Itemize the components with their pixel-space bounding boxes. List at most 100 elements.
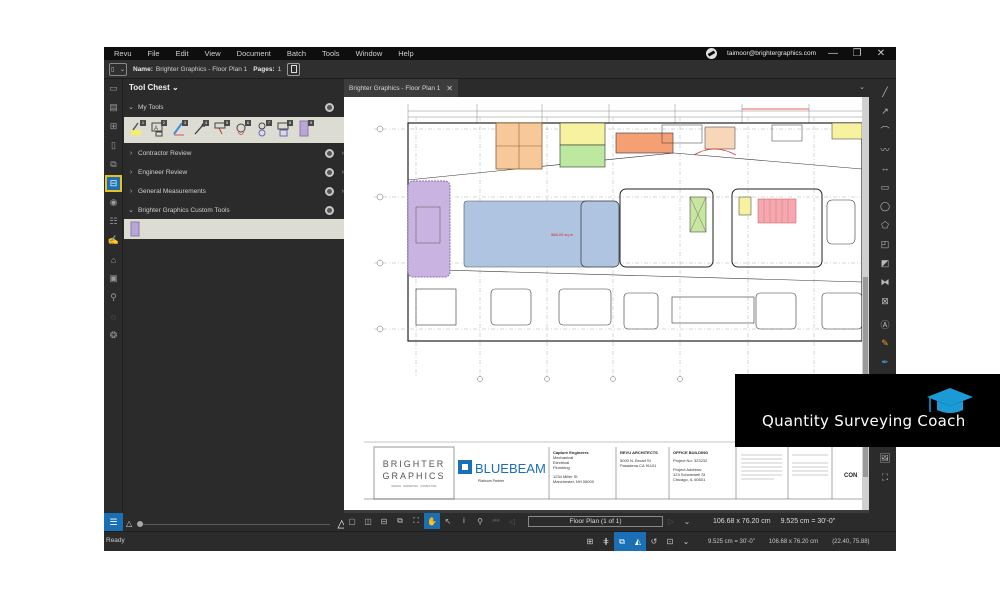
restore-icon[interactable]: ❐	[850, 48, 864, 59]
section-engineer-review[interactable]: › Engineer Review ›	[124, 163, 344, 181]
cutout-icon[interactable]: ◩	[878, 256, 892, 270]
highlighter-icon[interactable]: ✎	[878, 336, 892, 350]
gear-icon[interactable]	[325, 102, 334, 112]
text-box-tool[interactable]: A2	[151, 120, 167, 137]
tool-size-slider[interactable]: △ △	[124, 517, 346, 531]
list-icon[interactable]: ☰	[104, 513, 123, 531]
text-box-icon[interactable]: Ⓐ	[878, 317, 892, 331]
links-icon[interactable]: ◌	[107, 310, 120, 323]
gear-icon[interactable]	[325, 205, 334, 215]
chevron-down-icon[interactable]: ⌄	[859, 83, 865, 91]
menu-tools[interactable]: Tools	[314, 49, 348, 58]
split-horizontal-icon[interactable]: ⊟	[376, 513, 392, 529]
gear-icon[interactable]	[325, 167, 334, 177]
menu-help[interactable]: Help	[390, 49, 421, 58]
pen-icon[interactable]: ✒	[878, 355, 892, 369]
slider-track[interactable]	[140, 524, 330, 525]
select-icon[interactable]: ↖	[440, 513, 456, 529]
grid-icon[interactable]: ⊞	[582, 532, 598, 551]
rectangle-tool[interactable]: 8	[277, 120, 293, 137]
area-icon[interactable]: ◰	[878, 237, 892, 251]
close-icon[interactable]: ✕	[874, 48, 888, 59]
close-icon[interactable]: ✕	[446, 84, 453, 93]
signatures-icon[interactable]: ✍	[107, 234, 120, 247]
snapshot-icon[interactable]: ⛶	[408, 513, 424, 529]
next-page-icon[interactable]: ▷	[663, 513, 679, 529]
crop-icon[interactable]: ⛶	[878, 470, 892, 484]
menu-file[interactable]: File	[140, 49, 168, 58]
document-tab[interactable]: Brighter Graphics - Floor Plan 1 ✕	[344, 79, 458, 97]
single-page-icon[interactable]: ▢	[344, 513, 360, 529]
image-icon[interactable]: 🖼	[878, 451, 892, 465]
cloud-tool[interactable]: 6	[235, 120, 251, 137]
polyline-icon[interactable]: 〰	[878, 142, 892, 156]
sync-view-icon[interactable]: ⊡	[662, 532, 678, 551]
section-label: Brighter Graphics Custom Tools	[138, 206, 230, 214]
minimize-icon[interactable]: —	[826, 48, 840, 59]
search-icon[interactable]: ⚲	[107, 291, 120, 304]
menu-window[interactable]: Window	[348, 49, 391, 58]
page-navigator[interactable]: Floor Plan (1 of 1)	[528, 515, 663, 527]
chevron-down-icon[interactable]: ⌄	[679, 513, 695, 529]
gear-icon[interactable]	[325, 186, 334, 196]
sync-icon[interactable]: ⧉	[392, 513, 408, 529]
first-page-icon[interactable]: ⏮	[488, 513, 504, 529]
chevron-down-icon[interactable]: ⌄	[678, 532, 694, 551]
sets-icon[interactable]: ❂	[107, 329, 120, 342]
tool-chest-icon[interactable]: ⊟	[105, 175, 122, 192]
layers-icon[interactable]: ▤	[107, 101, 120, 114]
menu-batch[interactable]: Batch	[279, 49, 314, 58]
highlight-tool[interactable]: 1	[130, 120, 146, 137]
tool-chest-title[interactable]: Tool Chest ⌄	[129, 83, 179, 92]
floor-plan-sheet[interactable]: 566.09 sq m BRIGHTER GRAPHICS DESIGN · M…	[344, 97, 862, 510]
snap-to-content-icon[interactable]: ⧉	[614, 532, 630, 551]
section-custom-tools[interactable]: ⌄ Brighter Graphics Custom Tools	[124, 201, 344, 219]
area-tool[interactable]: 9	[298, 120, 314, 137]
measurements-icon[interactable]: ▣	[107, 272, 120, 285]
count-icon[interactable]: ⧓	[878, 275, 892, 289]
my-tools-tray: 1 A2 3 4 5 6 7 8 9	[124, 117, 344, 143]
markups-list-icon[interactable]: ☷	[107, 215, 120, 228]
polygon-icon[interactable]: ⬠	[878, 218, 892, 232]
arrow-tool[interactable]: 4	[193, 120, 209, 137]
section-general-measurements[interactable]: › General Measurements ›	[124, 182, 344, 200]
ellipse-tool[interactable]: 7	[256, 120, 272, 137]
rectangle-icon[interactable]: ▭	[878, 180, 892, 194]
room-purple	[407, 180, 451, 278]
menu-document[interactable]: Document	[229, 49, 279, 58]
arc-icon[interactable]: ⌒	[878, 123, 892, 137]
tags-icon[interactable]: ⌂	[107, 253, 120, 266]
file-access-icon[interactable]: ⧉	[107, 158, 120, 171]
line-icon[interactable]: ╱	[878, 85, 892, 99]
section-my-tools[interactable]: ⌄ My Tools	[124, 98, 344, 116]
page-setup-button[interactable]	[287, 62, 301, 76]
menu-edit[interactable]: Edit	[168, 49, 197, 58]
gear-icon[interactable]	[325, 148, 334, 158]
snap-to-markup-icon[interactable]: ◭	[630, 532, 646, 551]
slider-handle[interactable]	[137, 521, 143, 527]
zoom-icon[interactable]: ⚲	[472, 513, 488, 529]
arrow-icon[interactable]: ↗	[878, 104, 892, 118]
snap-to-grid-icon[interactable]: ⋕	[598, 532, 614, 551]
user-email[interactable]: taimoor@brightergraphics.com	[727, 50, 816, 57]
volume-icon[interactable]: ⊠	[878, 294, 892, 308]
select-text-icon[interactable]: Ꭵ	[456, 513, 472, 529]
previous-page-icon[interactable]: ◁	[504, 513, 520, 529]
ellipse-icon[interactable]: ◯	[878, 199, 892, 213]
dimension-icon[interactable]: ↔	[878, 161, 892, 175]
pan-icon[interactable]: ✋	[424, 513, 440, 529]
menu-view[interactable]: View	[197, 49, 229, 58]
thumbnails-icon[interactable]: ▭	[107, 82, 120, 95]
grid-icon[interactable]: ⊞	[107, 120, 120, 133]
pen-tool[interactable]: 3	[172, 120, 188, 137]
vertical-scrollbar[interactable]	[862, 97, 869, 510]
split-vertical-icon[interactable]: ◫	[360, 513, 376, 529]
reuse-icon[interactable]: ↺	[646, 532, 662, 551]
bookmarks-icon[interactable]: ▯	[107, 139, 120, 152]
menu-revu[interactable]: Revu	[104, 49, 140, 58]
file-menu-button[interactable]: ▯ ⌄	[109, 62, 127, 76]
custom-area-tool[interactable]	[130, 221, 146, 238]
callout-tool[interactable]: 5	[214, 120, 230, 137]
section-contractor-review[interactable]: › Contractor Review ›	[124, 144, 344, 162]
properties-icon[interactable]: ◉	[107, 196, 120, 209]
